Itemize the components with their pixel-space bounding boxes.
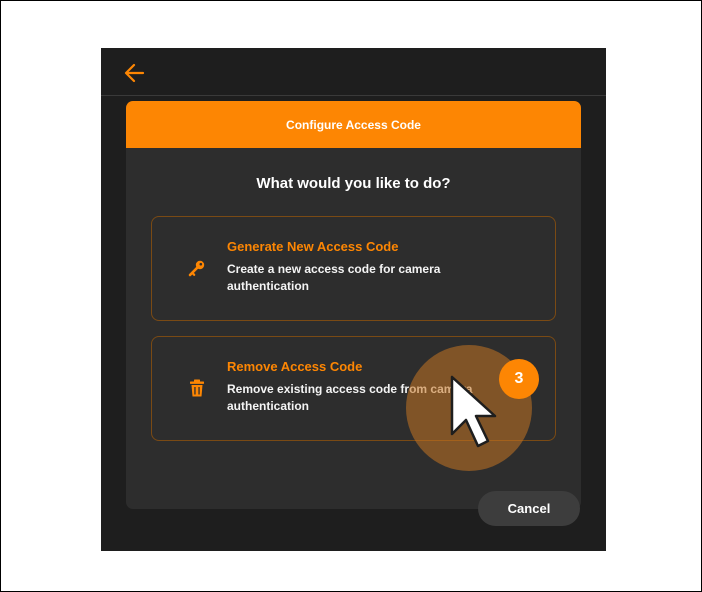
generate-access-code-option[interactable]: Generate New Access Code Create a new ac… [151,216,556,321]
remove-access-code-option[interactable]: Remove Access Code Remove existing acces… [151,336,556,441]
dialog-question: What would you like to do? [256,175,451,192]
step-number-badge: 3 [499,359,539,399]
option-title: Remove Access Code [227,359,363,374]
back-button[interactable] [121,60,149,86]
top-bar [101,48,606,96]
dialog-header: Configure Access Code [126,101,581,148]
option-description: Create a new access code for camera auth… [227,262,441,293]
app-screen: Configure Access Code What would you lik… [101,48,606,551]
cancel-button[interactable]: Cancel [478,491,580,526]
option-description: Remove existing access code from camera … [227,382,473,413]
configure-access-code-dialog: Configure Access Code What would you lik… [126,101,581,509]
screenshot-frame: Configure Access Code What would you lik… [0,0,702,592]
dialog-title: Configure Access Code [286,117,421,132]
trash-icon [186,377,208,399]
option-title: Generate New Access Code [227,239,399,254]
back-arrow-icon [124,63,145,83]
key-icon [186,257,208,279]
